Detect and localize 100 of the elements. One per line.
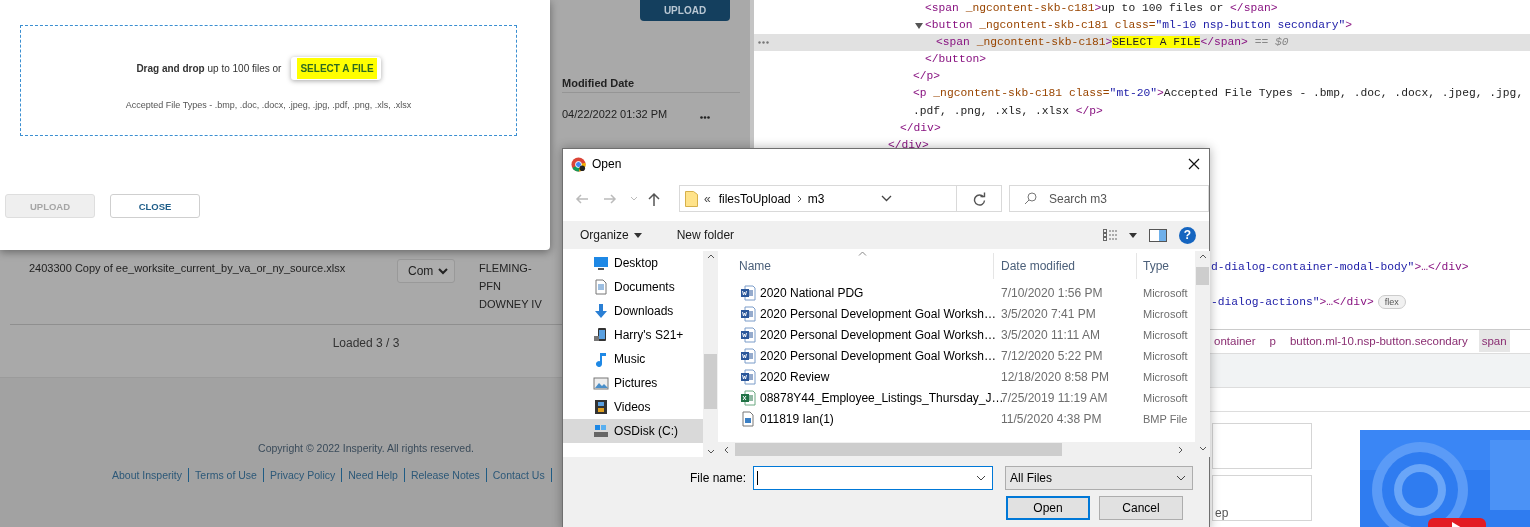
expand-arrow-icon[interactable] <box>915 21 923 30</box>
date-cell: 04/22/2022 01:32 PM <box>562 107 668 121</box>
scroll-right-icon[interactable] <box>1178 445 1183 454</box>
code-line[interactable]: </p> <box>913 68 941 86</box>
file-type-select[interactable]: All Files <box>1005 466 1193 490</box>
date-cell: 7/10/2020 1:56 PM <box>1001 285 1103 300</box>
breadcrumb[interactable]: ontainer <box>1211 330 1259 353</box>
open-button[interactable]: Open <box>1006 496 1090 520</box>
address-bar[interactable]: « filesToUpload m3 <box>679 185 1002 212</box>
downloads-icon <box>593 303 609 319</box>
word-file-icon <box>740 368 756 385</box>
code-line[interactable]: <span _ngcontent-skb-c181>SELECT A FILE</span> == $0 <box>936 34 1289 52</box>
name-text: DOWNEY IV <box>479 297 542 312</box>
scroll-thumb[interactable] <box>704 354 717 409</box>
search-field[interactable]: Search m3 <box>1009 185 1209 212</box>
scroll-down-icon[interactable] <box>706 449 715 454</box>
preview-box: ep <box>1212 474 1312 521</box>
pictures-icon <box>593 375 609 391</box>
cancel-button[interactable]: Cancel <box>1099 496 1183 520</box>
date-cell: 12/18/2020 8:58 PM <box>1001 369 1110 384</box>
path-segment[interactable]: filesToUpload <box>718 191 791 206</box>
preview-pane-icon[interactable] <box>1149 228 1167 242</box>
nav-item[interactable]: Pictures <box>563 371 703 395</box>
code-line[interactable]: -dialog-actions">…</div> flex <box>1211 293 1406 312</box>
column-header[interactable]: Type <box>1137 253 1195 279</box>
scroll-up-icon[interactable] <box>1198 254 1207 259</box>
up-arrow-icon[interactable] <box>646 190 662 207</box>
breadcrumb[interactable]: p <box>1266 330 1279 353</box>
scroll-thumb[interactable] <box>1196 267 1209 285</box>
breadcrumb[interactable]: button.ml-10.nsp-button.secondary <box>1286 330 1471 353</box>
window-title: Open <box>592 157 622 171</box>
date-cell: 3/5/2020 11:11 AM <box>1001 327 1100 342</box>
drop-text: Drag and drop up to 100 files or <box>136 63 282 74</box>
select-file-button[interactable]: SELECT A FILE <box>291 57 381 80</box>
desktop-icon <box>593 255 609 271</box>
refresh-icon <box>972 191 986 206</box>
nav-item[interactable]: Videos <box>563 395 703 419</box>
word-file-icon <box>740 305 756 322</box>
close-icon[interactable] <box>1188 158 1200 170</box>
type-cell: Microsoft <box>1143 370 1188 383</box>
scroll-up-icon[interactable] <box>706 254 715 259</box>
image-file-icon <box>740 410 756 427</box>
scroll-thumb[interactable] <box>735 443 1062 456</box>
type-cell: Microsoft <box>1143 391 1188 404</box>
chevron-down-icon[interactable] <box>880 195 892 202</box>
nav-item[interactable]: Downloads <box>563 299 703 323</box>
nav-item[interactable]: Desktop <box>563 251 703 275</box>
path-segment[interactable]: m3 <box>807 191 825 206</box>
code-line[interactable]: <p _ngcontent-skb-c181 class="mt-20">Accepted File Types - .bmp, .doc, .docx, .jpeg, .jpg, <box>913 85 1524 103</box>
folder-icon <box>685 190 698 207</box>
breadcrumb[interactable]: span <box>1478 330 1510 353</box>
file-name[interactable]: 2020 Personal Development Goal Worksh… <box>760 327 996 342</box>
chevron-right-icon <box>796 194 802 203</box>
code-line[interactable]: </button> <box>925 51 986 69</box>
drop-zone[interactable]: Drag and drop up to 100 files or SELECT A FILE Accepted File Types - .bmp, .doc, .docx, .jpeg, .jpg, .pdf, .png, .xls, .xlsx <box>20 25 517 136</box>
scroll-left-icon[interactable] <box>724 445 729 454</box>
scrollbar[interactable] <box>703 251 718 457</box>
code-line[interactable]: .pdf, .png, .xls, .xlsx </p> <box>913 102 1103 120</box>
column-header[interactable]: Date modified <box>994 253 1137 279</box>
search-icon <box>1024 192 1037 205</box>
new-folder-button[interactable]: New folder <box>676 228 735 242</box>
column-header[interactable]: Name <box>718 253 994 279</box>
browser-icon <box>571 156 586 172</box>
loaded-status: Loaded 3 / 3 <box>332 336 400 350</box>
nav-item[interactable]: Harry's S21+ <box>563 323 703 347</box>
disk-icon <box>593 423 609 439</box>
date-cell: 7/25/2019 11:19 AM <box>1001 390 1108 405</box>
file-name[interactable]: 2020 Review <box>760 369 830 384</box>
name-text: PFN <box>479 279 501 294</box>
file-name[interactable]: 011819 Ian(1) <box>760 411 834 426</box>
category-select[interactable]: Com <box>397 259 455 283</box>
close-button[interactable]: CLOSE <box>110 194 200 218</box>
more-icon[interactable] <box>758 41 769 45</box>
file-name[interactable]: 2020 National PDG <box>760 285 864 300</box>
help-button[interactable]: ? <box>1179 226 1196 244</box>
nav-item[interactable]: OSDisk (C:) <box>563 419 703 443</box>
code-line[interactable]: <button _ngcontent-skb-c181 class="ml-10 nsp-button secondary"> <box>925 17 1353 35</box>
phone-icon <box>593 327 609 343</box>
type-cell: Microsoft <box>1143 349 1188 362</box>
chevron-down-icon <box>1176 475 1186 481</box>
view-options-icon[interactable] <box>1103 229 1137 241</box>
code-line[interactable]: <span _ngcontent-skb-c181>up to 100 files or </span> <box>925 0 1278 18</box>
videos-icon <box>593 399 609 415</box>
code-line[interactable]: d-dialog-container-modal-body">…</div> <box>1211 258 1469 277</box>
sort-caret-icon <box>858 251 867 256</box>
file-name[interactable]: 2020 Personal Development Goal Worksh… <box>760 348 996 363</box>
file-name-field[interactable] <box>753 466 993 490</box>
scrollbar[interactable] <box>1195 251 1210 457</box>
word-file-icon <box>740 326 756 343</box>
file-name-cell-text: 2403300 Copy of ee_worksite_current_by_va_or_ny_source.xlsx <box>29 261 346 276</box>
nav-item[interactable]: Music <box>563 347 703 371</box>
upload-button[interactable]: UPLOAD <box>640 0 730 21</box>
type-cell: Microsoft <box>1143 328 1188 341</box>
organize-menu[interactable]: Organize <box>580 228 642 242</box>
file-name[interactable]: 2020 Personal Development Goal Worksh… <box>760 306 996 321</box>
more-icon[interactable] <box>700 116 710 119</box>
code-line[interactable]: </div> <box>900 119 941 137</box>
scroll-down-icon[interactable] <box>1198 446 1207 451</box>
nav-item[interactable]: Documents <box>563 275 703 299</box>
word-file-icon <box>740 347 756 364</box>
